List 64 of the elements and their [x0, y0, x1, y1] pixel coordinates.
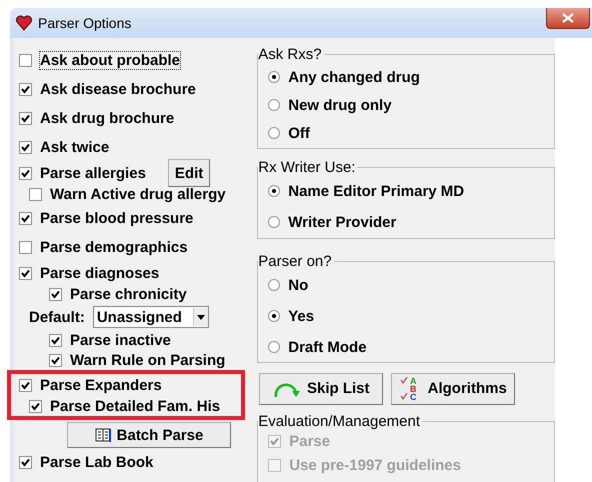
window-title: Parser Options — [38, 15, 132, 31]
checkbox-label: Warn Rule on Parsing — [70, 352, 226, 368]
radio-button[interactable] — [268, 185, 280, 198]
checkbox[interactable] — [19, 166, 32, 180]
checkbox[interactable] — [29, 188, 42, 200]
checkbox[interactable] — [19, 112, 32, 125]
radio-button[interactable] — [268, 71, 280, 83]
checkbox[interactable] — [19, 212, 32, 225]
checkbox[interactable] — [19, 378, 32, 392]
radio-button[interactable] — [268, 341, 280, 354]
checkbox-label: Ask drug brochure — [40, 110, 174, 127]
radio-button[interactable] — [268, 99, 280, 111]
checkbox-label: Parse inactive — [70, 332, 171, 348]
checkbox[interactable] — [49, 288, 62, 300]
edit-button[interactable]: Edit — [168, 159, 210, 187]
radio-button[interactable] — [268, 279, 280, 292]
close-button[interactable] — [546, 8, 590, 29]
radio-label: Writer Provider — [288, 214, 396, 231]
checkbox-label: Parse allergies — [40, 164, 146, 182]
group-title: Parser on? — [258, 252, 333, 270]
radio-label: No — [288, 276, 308, 294]
checkbox-label: Parse chronicity — [70, 286, 187, 302]
radio-label: Draft Mode — [288, 338, 367, 356]
checkbox[interactable] — [19, 83, 32, 96]
radio-button[interactable] — [268, 216, 280, 228]
skip-list-button[interactable]: Skip List — [259, 372, 384, 405]
checkbox-label: Parse demographics — [40, 239, 188, 256]
radio-label: Name Editor Primary MD — [288, 182, 464, 200]
checkbox[interactable] — [19, 141, 32, 154]
close-icon — [562, 13, 574, 23]
checkbox-label: Parse Expanders — [40, 376, 162, 394]
checkbox-label: Warn Active drug allergy — [50, 186, 226, 202]
checkbox-label: Parse Lab Book — [40, 454, 154, 471]
checkbox[interactable] — [49, 334, 62, 346]
group-title: Evaluation/Management — [258, 412, 422, 430]
checkbox[interactable] — [49, 354, 62, 366]
radio-label: Yes — [288, 308, 314, 325]
checkbox[interactable] — [19, 266, 32, 280]
checkbox-label: Parse blood pressure — [40, 210, 194, 227]
algorithms-button[interactable]: A B C Algorithms — [391, 372, 516, 405]
radio-button[interactable] — [268, 310, 280, 322]
checkbox[interactable] — [19, 54, 32, 67]
group-title: Rx Writer Use: — [258, 158, 356, 176]
checkbox-label: Use pre-1997 guidelines — [289, 457, 461, 474]
checkbox-label: Parse diagnoses — [40, 264, 160, 282]
radio-button[interactable] — [268, 127, 280, 139]
checkbox-label: Parse — [289, 433, 330, 450]
checkbox-label: Ask about probable — [40, 52, 180, 69]
batch-parse-button[interactable]: Batch Parse — [67, 422, 231, 448]
checkbox-label: Ask twice — [40, 139, 110, 156]
radio-label: Off — [288, 124, 310, 142]
radio-label: Any changed drug — [288, 68, 420, 86]
field-label: Default: — [29, 308, 85, 326]
radio-label: New drug only — [288, 96, 392, 114]
app-icon — [16, 15, 32, 31]
checkbox[interactable] — [19, 241, 32, 254]
checkbox-label: Parse Detailed Fam. His — [50, 398, 220, 414]
dropdown-arrow-icon — [196, 314, 205, 320]
checkbox[interactable] — [29, 400, 42, 412]
default-dropdown[interactable]: Unassigned — [92, 306, 209, 328]
checkbox[interactable] — [19, 456, 32, 469]
checkbox-label: Ask disease brochure — [40, 81, 196, 98]
book-icon — [94, 427, 111, 443]
group-title: Ask Rxs? — [258, 46, 323, 63]
